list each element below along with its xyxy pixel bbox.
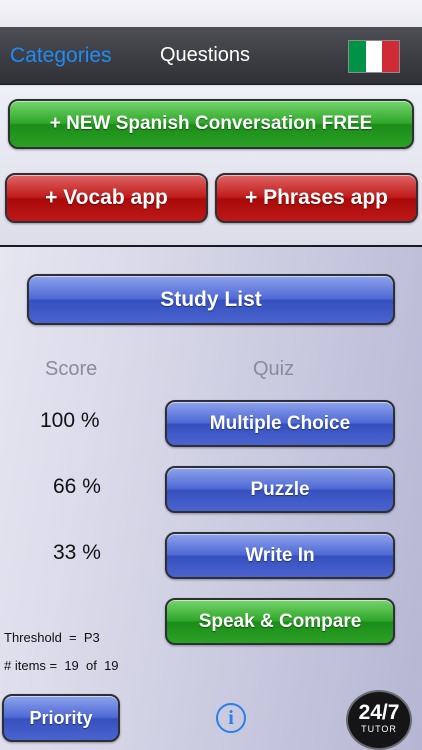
new-spanish-conversation-button[interactable]: + NEW Spanish Conversation FREE — [8, 99, 414, 149]
page-title: Questions — [160, 44, 251, 66]
flag-stripe-red — [382, 41, 400, 72]
vocab-app-button[interactable]: + Vocab app — [5, 173, 208, 223]
vocab-app-label: + Vocab app — [45, 186, 168, 209]
items-count-text: # items = 19 of 19 — [4, 658, 119, 673]
puzzle-label: Puzzle — [250, 478, 310, 500]
multiple-choice-button[interactable]: Multiple Choice — [165, 400, 395, 447]
phrases-app-label: + Phrases app — [245, 186, 388, 209]
quiz-header: Quiz — [253, 358, 295, 380]
flag-stripe-green — [349, 41, 366, 72]
flag-stripe-white — [365, 41, 383, 72]
italy-flag-icon[interactable] — [348, 40, 400, 73]
multiple-choice-label: Multiple Choice — [209, 412, 351, 434]
priority-button[interactable]: Priority — [2, 694, 120, 742]
write-in-label: Write In — [245, 544, 315, 566]
navigation-bar: Categories Questions — [0, 27, 422, 85]
score-write-in: 33 % — [53, 541, 101, 564]
status-bar — [0, 0, 422, 27]
new-spanish-conversation-label: + NEW Spanish Conversation FREE — [49, 113, 373, 134]
study-list-button[interactable]: Study List — [27, 274, 395, 325]
categories-back-button[interactable]: Categories — [10, 44, 112, 68]
speak-compare-label: Speak & Compare — [198, 610, 362, 632]
write-in-button[interactable]: Write In — [165, 532, 395, 579]
study-list-label: Study List — [160, 287, 262, 311]
priority-label: Priority — [29, 707, 93, 728]
speak-compare-button[interactable]: Speak & Compare — [165, 598, 395, 645]
score-puzzle: 66 % — [53, 475, 101, 498]
score-multiple-choice: 100 % — [40, 409, 100, 432]
tutor-logo-word: TUTOR — [361, 724, 397, 734]
puzzle-button[interactable]: Puzzle — [165, 466, 395, 513]
info-icon[interactable]: i — [216, 703, 246, 733]
threshold-text: Threshold = P3 — [4, 630, 100, 645]
tutor-247-logo[interactable]: 24/7 TUTOR — [346, 690, 412, 750]
tutor-logo-number: 24/7 — [358, 701, 400, 724]
score-header: Score — [45, 358, 98, 380]
phrases-app-button[interactable]: + Phrases app — [215, 173, 418, 223]
